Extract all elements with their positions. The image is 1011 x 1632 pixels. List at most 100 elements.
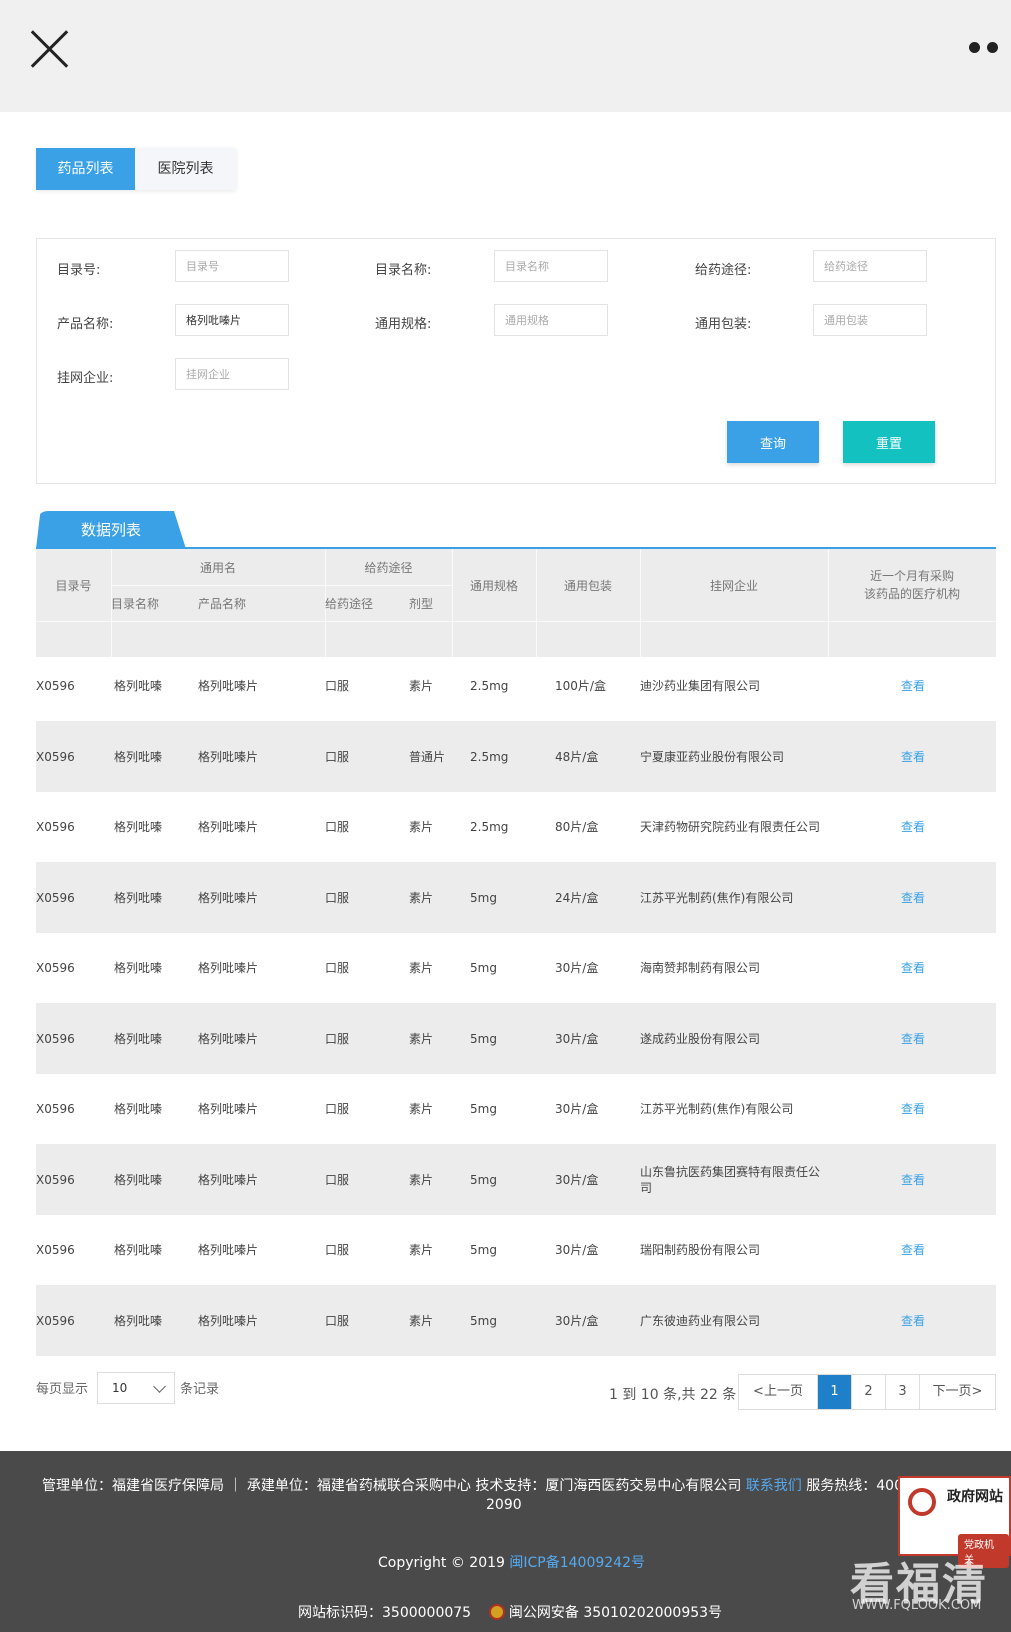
cell-spec: 2.5mg [470,749,509,764]
police-record-text: 闽公网安备 35010202000953号 [508,1605,723,1621]
cell-catalog-name: 格列吡嗪 [114,679,163,693]
cell-product-name: 格列吡嗪片 [198,679,259,693]
cell-dosage-form: 素片 [409,1102,434,1116]
table-row: X0596 格列吡嗪 格列吡嗪片 口服 素片 5mg 30片/盒 海南赞邦制药有限公司 查看 [36,932,996,1003]
cell-catalog-no: X0596 [36,960,75,975]
magnifier-icon [908,1488,936,1516]
header-enterprise: 挂网企业 [709,579,758,593]
cell-spec: 5mg [470,1313,497,1328]
cell-package: 30片/盒 [555,1314,599,1328]
cell-dosage-form: 素片 [409,1032,434,1046]
prev-page-button[interactable]: <上一页 [739,1375,817,1409]
view-link[interactable]: 查看 [901,1214,925,1285]
cell-package: 30片/盒 [555,961,599,975]
table-row: X0596 格列吡嗪 格列吡嗪片 口服 素片 2.5mg 80片/盒 天津药物研究院药业有限责… [36,791,996,862]
catalog-name-input[interactable] [494,250,608,282]
tab-hospital-list[interactable]: 医院列表 [135,148,236,190]
header-catalog-name: 目录名称 [111,597,160,611]
police-badge-icon [488,1604,505,1620]
cell-catalog-no: X0596 [36,1172,75,1187]
reset-button[interactable]: 重置 [843,421,935,463]
pager: <上一页 1 2 3 下一页> [738,1374,996,1410]
icp-link[interactable]: 闽ICP备14009242号 [509,1555,645,1571]
cell-catalog-no: X0596 [36,1101,75,1116]
footer-copyright: Copyright © 2019 闽ICP备14009242号 [378,1552,645,1572]
view-link[interactable]: 查看 [901,1285,925,1356]
cell-product-name: 格列吡嗪片 [198,961,259,975]
cell-product-name: 格列吡嗪片 [198,750,259,764]
cell-route: 口服 [325,750,350,764]
cell-enterprise: 海南赞邦制药有限公司 [640,960,761,975]
view-link[interactable]: 查看 [901,650,925,721]
cell-enterprise: 江苏平光制药(焦作)有限公司 [640,890,794,905]
cell-package: 24片/盒 [555,891,599,905]
cell-catalog-no: X0596 [36,1242,75,1257]
cell-product-name: 格列吡嗪片 [198,1102,259,1116]
next-page-button[interactable]: 下一页> [919,1375,995,1409]
view-link[interactable]: 查看 [901,932,925,1003]
cell-spec: 5mg [470,960,497,975]
cell-catalog-name: 格列吡嗪 [114,1173,163,1187]
cell-enterprise: 江苏平光制药(焦作)有限公司 [640,1101,794,1116]
cell-route: 口服 [325,961,350,975]
header-generic-name: 通用名 [199,561,236,575]
watermark-url: WWW.FQLOOK.COM [852,1598,982,1613]
header-dosage-form: 剂型 [409,597,434,611]
query-button[interactable]: 查询 [727,421,819,463]
page-button-3[interactable]: 3 [885,1375,919,1409]
contact-us-link[interactable]: 联系我们 [746,1478,802,1494]
route-input[interactable] [813,250,927,282]
cell-package: 30片/盒 [555,1102,599,1116]
view-link[interactable]: 查看 [901,721,925,792]
header-route: 给药途径 [325,597,374,611]
cell-enterprise: 瑞阳制药股份有限公司 [640,1242,761,1257]
view-link[interactable]: 查看 [901,791,925,862]
catalog-name-label: 目录名称: [375,263,432,278]
header-hospitals-line1: 近一个月有采购 [869,569,954,583]
page-button-2[interactable]: 2 [851,1375,885,1409]
table-row: X0596 格列吡嗪 格列吡嗪片 口服 素片 5mg 24片/盒 江苏平光制药(焦作)有限公司… [36,862,996,933]
page-button-1[interactable]: 1 [817,1375,851,1409]
per-page-select[interactable]: 10 [97,1372,175,1404]
view-link[interactable]: 查看 [901,1073,925,1144]
cell-product-name: 格列吡嗪片 [198,1173,259,1187]
view-link[interactable]: 查看 [901,1144,925,1215]
cell-dosage-form: 普通片 [409,750,446,764]
spec-input[interactable] [494,304,608,336]
route-label: 给药途径: [695,263,752,278]
cell-dosage-form: 素片 [409,1243,434,1257]
table-row: X0596 格列吡嗪 格列吡嗪片 口服 素片 2.5mg 100片/盒 迪沙药业集团有限公司 查… [36,650,996,721]
footer-records: 网站标识码：3500000075 闽公网安备 35010202000953号 [298,1602,722,1622]
package-input[interactable] [813,304,927,336]
table-header: 目录号 通用名 目录名称 产品名称 给药途径 给药途径 剂型 通用规格 通用包装… [36,549,996,657]
catalog-no-input[interactable] [175,250,289,282]
cell-package: 30片/盒 [555,1173,599,1187]
copyright-text: Copyright © 2019 [378,1555,510,1571]
data-list-title: 数据列表 [36,511,186,549]
more-options-icon[interactable] [963,42,1003,54]
government-site-badge[interactable]: 政府网站 党政机关 [898,1476,1011,1568]
cell-spec: 2.5mg [470,678,509,693]
view-link[interactable]: 查看 [901,862,925,933]
cell-package: 100片/盒 [555,679,606,693]
cell-catalog-name: 格列吡嗪 [114,750,163,764]
spec-label: 通用规格: [375,317,432,332]
per-page-value: 10 [112,1381,128,1395]
catalog-no-label: 目录号: [57,263,101,278]
cell-catalog-name: 格列吡嗪 [114,961,163,975]
tab-bar: 药品列表 医院列表 [36,148,236,190]
cell-catalog-name: 格列吡嗪 [114,1243,163,1257]
view-link[interactable]: 查看 [901,1003,925,1074]
table-row: X0596 格列吡嗪 格列吡嗪片 口服 素片 5mg 30片/盒 遂成药业股份有限公司 查看 [36,1003,996,1074]
cell-route: 口服 [325,1102,350,1116]
cell-route: 口服 [325,1032,350,1046]
product-name-input[interactable] [175,304,289,336]
close-icon[interactable] [28,28,70,70]
cell-enterprise: 天津药物研究院药业有限责任公司 [640,819,821,834]
footer-hotline-cont: 2090 [486,1497,522,1513]
cell-package: 30片/盒 [555,1032,599,1046]
cell-enterprise: 山东鲁抗医药集团赛特有限责任公司 [640,1164,821,1195]
cell-spec: 2.5mg [470,819,509,834]
enterprise-input[interactable] [175,358,289,390]
tab-drug-list[interactable]: 药品列表 [36,148,135,190]
